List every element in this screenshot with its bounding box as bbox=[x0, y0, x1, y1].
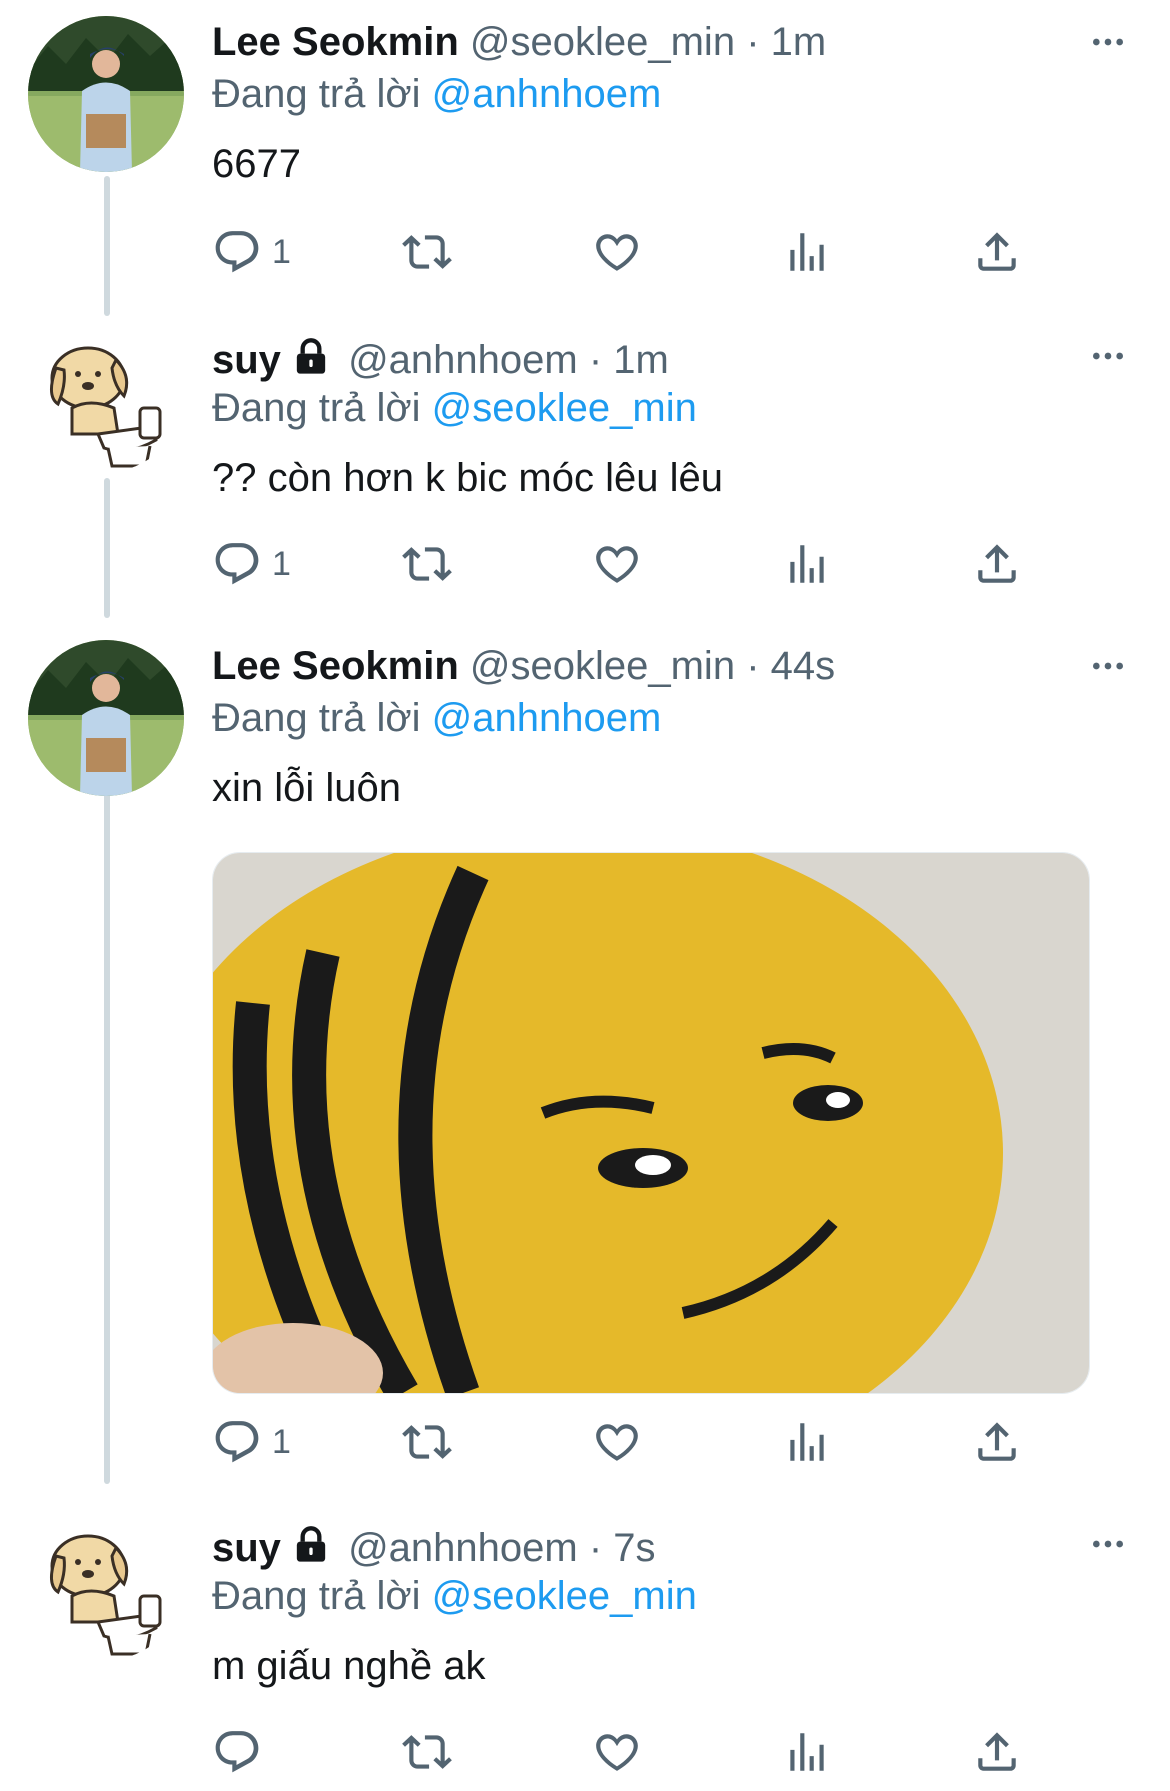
bar-chart-icon bbox=[782, 1727, 832, 1777]
tweet-header: suy @anhnhoem · 7s bbox=[212, 1524, 656, 1572]
tweet-actions: 1 bbox=[212, 534, 1072, 594]
views-button[interactable] bbox=[782, 1412, 832, 1472]
views-button[interactable] bbox=[782, 1722, 832, 1782]
retweet-button[interactable] bbox=[402, 534, 452, 594]
tweet-header: Lee Seokmin @seoklee_min · 44s bbox=[212, 642, 835, 690]
lock-icon bbox=[291, 1525, 331, 1565]
user-handle[interactable]: @seoklee_min bbox=[470, 644, 735, 688]
reply-icon bbox=[212, 227, 262, 277]
tweet[interactable]: Lee Seokmin @seoklee_min · 44s Đang trả … bbox=[0, 624, 1170, 1484]
retweet-button[interactable] bbox=[402, 1722, 452, 1782]
tweet[interactable]: suy @anhnhoem · 1m Đang trả lời @seoklee… bbox=[0, 312, 1170, 622]
display-name[interactable]: Lee Seokmin bbox=[212, 20, 459, 64]
user-handle[interactable]: @seoklee_min bbox=[470, 20, 735, 64]
reply-button[interactable] bbox=[212, 1722, 272, 1782]
bar-chart-icon bbox=[782, 539, 832, 589]
share-icon bbox=[972, 1417, 1022, 1467]
timestamp[interactable]: 1m bbox=[613, 338, 669, 382]
timestamp[interactable]: 7s bbox=[613, 1526, 655, 1570]
share-button[interactable] bbox=[972, 1412, 1022, 1472]
person-photo-avatar[interactable] bbox=[28, 16, 184, 172]
retweet-icon bbox=[402, 1417, 452, 1467]
reply-icon bbox=[212, 1727, 262, 1777]
retweet-button[interactable] bbox=[402, 222, 452, 282]
more-options-icon[interactable] bbox=[1088, 1524, 1128, 1564]
separator-dot: · bbox=[588, 1526, 603, 1570]
tweet-actions: 1 bbox=[212, 1412, 1072, 1472]
reply-prefix: Đang trả lời bbox=[212, 696, 421, 740]
timestamp[interactable]: 1m bbox=[771, 20, 827, 64]
lock-icon bbox=[291, 337, 331, 377]
like-button[interactable] bbox=[592, 222, 642, 282]
share-icon bbox=[972, 227, 1022, 277]
tweet-text: m giấu nghề ak bbox=[212, 1644, 486, 1688]
replying-to: Đang trả lời @anhnhoem bbox=[212, 694, 661, 742]
timestamp[interactable]: 44s bbox=[771, 644, 836, 688]
tweet-text: xin lỗi luôn bbox=[212, 766, 402, 810]
heart-icon bbox=[592, 539, 642, 589]
heart-icon bbox=[592, 1417, 642, 1467]
retweet-icon bbox=[402, 539, 452, 589]
user-handle[interactable]: @anhnhoem bbox=[348, 1526, 578, 1570]
reply-count: 1 bbox=[272, 1422, 291, 1461]
like-button[interactable] bbox=[592, 1412, 642, 1472]
share-button[interactable] bbox=[972, 1722, 1022, 1782]
retweet-button[interactable] bbox=[402, 1412, 452, 1472]
views-button[interactable] bbox=[782, 222, 832, 282]
like-button[interactable] bbox=[592, 534, 642, 594]
share-icon bbox=[972, 539, 1022, 589]
retweet-icon bbox=[402, 1727, 452, 1777]
replying-to: Đang trả lời @anhnhoem bbox=[212, 70, 661, 118]
tweet-text: ?? còn hơn k bic móc lêu lêu bbox=[212, 456, 723, 500]
dog-cartoon-avatar[interactable] bbox=[28, 316, 184, 472]
reply-button[interactable]: 1 bbox=[212, 1412, 291, 1472]
reply-mention[interactable]: @seoklee_min bbox=[432, 1574, 697, 1618]
separator-dot: · bbox=[588, 338, 603, 382]
reply-button[interactable]: 1 bbox=[212, 222, 291, 282]
reply-count: 1 bbox=[272, 544, 291, 583]
reply-icon bbox=[212, 539, 262, 589]
more-options-icon[interactable] bbox=[1088, 336, 1128, 376]
like-button[interactable] bbox=[592, 1722, 642, 1782]
dog-cartoon-avatar[interactable] bbox=[28, 1504, 184, 1660]
reply-mention[interactable]: @seoklee_min bbox=[432, 386, 697, 430]
tweet-text: 6677 bbox=[212, 142, 301, 186]
user-handle[interactable]: @anhnhoem bbox=[348, 338, 578, 382]
crochet-bee-image[interactable] bbox=[212, 852, 1090, 1394]
retweet-icon bbox=[402, 227, 452, 277]
reply-mention[interactable]: @anhnhoem bbox=[432, 696, 662, 740]
person-photo-avatar[interactable] bbox=[28, 640, 184, 796]
share-button[interactable] bbox=[972, 222, 1022, 282]
share-icon bbox=[972, 1727, 1022, 1777]
heart-icon bbox=[592, 227, 642, 277]
display-name[interactable]: suy bbox=[212, 1526, 281, 1570]
display-name[interactable]: suy bbox=[212, 338, 281, 382]
more-options-icon[interactable] bbox=[1088, 646, 1128, 686]
tweet[interactable]: Lee Seokmin @seoklee_min · 1m Đang trả l… bbox=[0, 0, 1170, 310]
reply-prefix: Đang trả lời bbox=[212, 1574, 421, 1618]
reply-count: 1 bbox=[272, 232, 291, 271]
separator-dot: · bbox=[746, 644, 760, 688]
bar-chart-icon bbox=[782, 1417, 832, 1467]
share-button[interactable] bbox=[972, 534, 1022, 594]
reply-mention[interactable]: @anhnhoem bbox=[432, 72, 662, 116]
tweet-actions bbox=[212, 1722, 1072, 1782]
separator-dot: · bbox=[746, 20, 760, 64]
replying-to: Đang trả lời @seoklee_min bbox=[212, 384, 697, 432]
more-options-icon[interactable] bbox=[1088, 22, 1128, 62]
display-name[interactable]: Lee Seokmin bbox=[212, 644, 459, 688]
reply-button[interactable]: 1 bbox=[212, 534, 291, 594]
tweet-actions: 1 bbox=[212, 222, 1072, 282]
reply-prefix: Đang trả lời bbox=[212, 386, 421, 430]
tweet-header: Lee Seokmin @seoklee_min · 1m bbox=[212, 18, 826, 66]
bar-chart-icon bbox=[782, 227, 832, 277]
tweet-header: suy @anhnhoem · 1m bbox=[212, 336, 669, 384]
replying-to: Đang trả lời @seoklee_min bbox=[212, 1572, 697, 1620]
reply-icon bbox=[212, 1417, 262, 1467]
tweet[interactable]: suy @anhnhoem · 7s Đang trả lời @seoklee… bbox=[0, 1500, 1170, 1791]
views-button[interactable] bbox=[782, 534, 832, 594]
heart-icon bbox=[592, 1727, 642, 1777]
reply-prefix: Đang trả lời bbox=[212, 72, 421, 116]
